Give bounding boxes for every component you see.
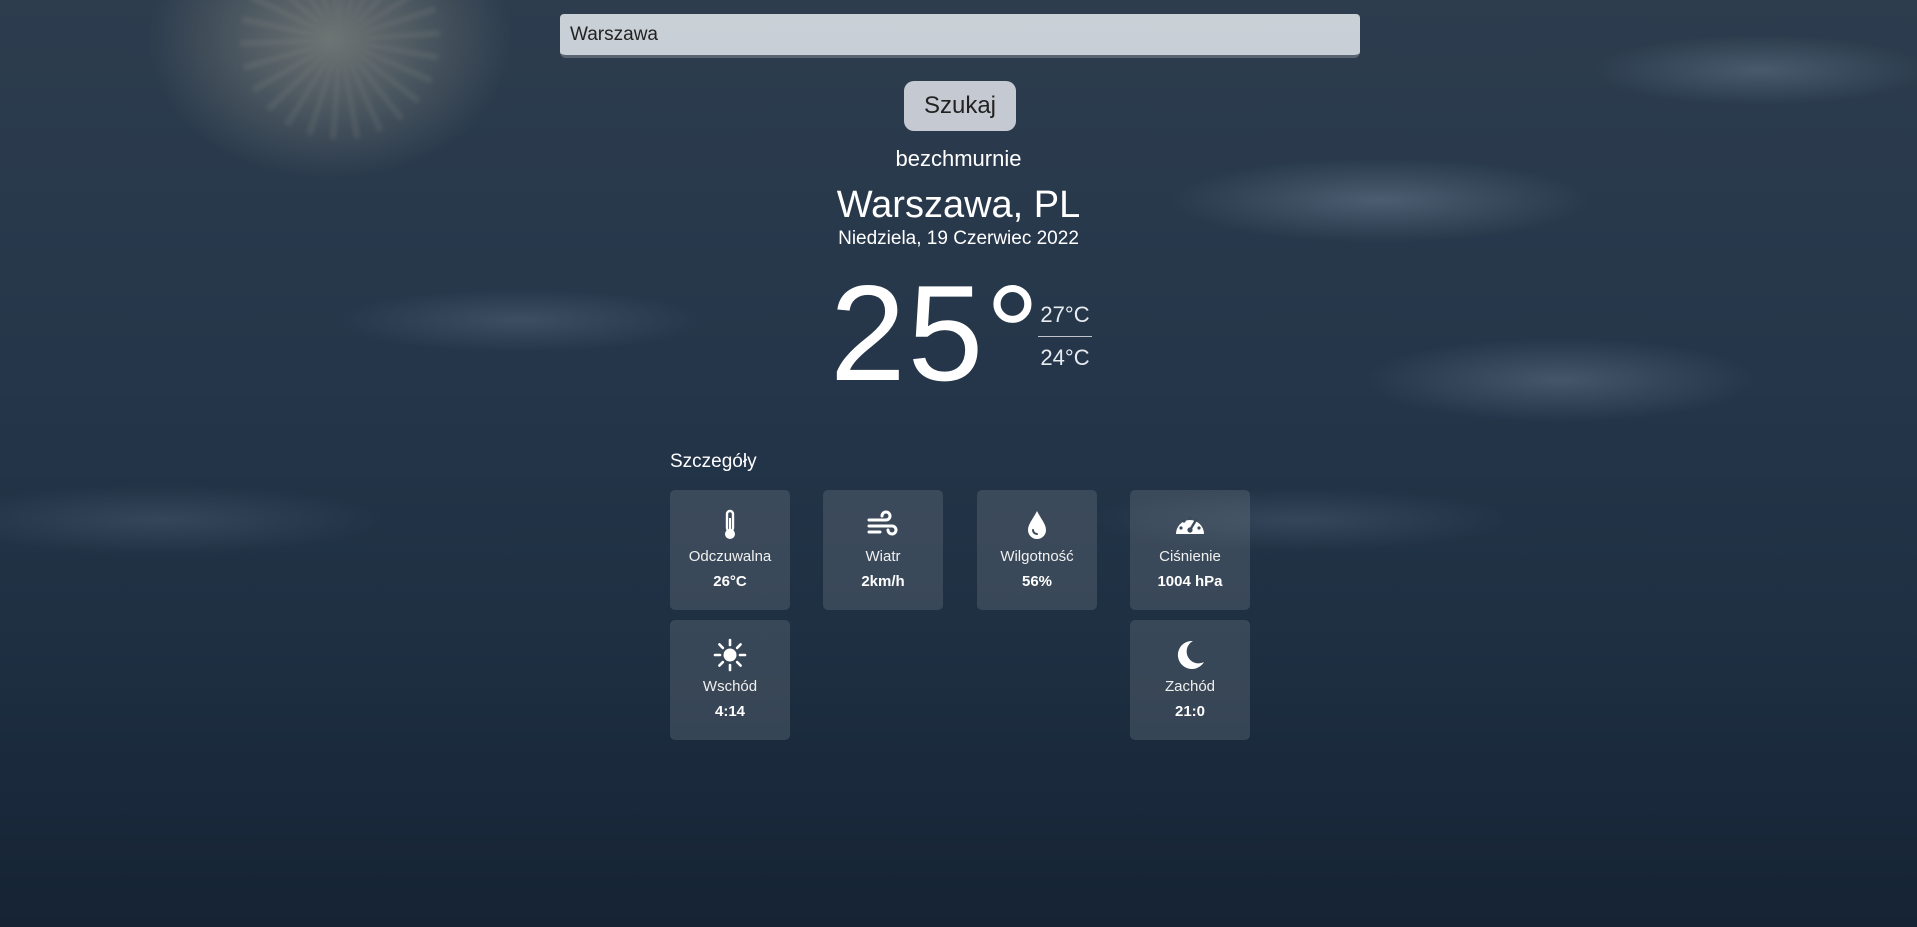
humidity-card: Wilgotność 56%	[977, 490, 1097, 610]
moon-icon	[1177, 640, 1204, 669]
details-heading: Szczegóły	[670, 451, 757, 472]
current-date: Niedziela, 19 Czerwiec 2022	[838, 228, 1079, 249]
gauge-icon	[1176, 516, 1204, 534]
current-temperature: 25°	[830, 257, 1042, 409]
temp-max: 27°C	[1038, 302, 1092, 337]
wind-icon	[867, 510, 898, 536]
city-search-input[interactable]	[560, 14, 1360, 58]
sun-rays-background	[240, 0, 440, 140]
wind-card: Wiatr 2km/h	[823, 490, 943, 610]
feels-like-value: 26°C	[713, 573, 747, 590]
sunset-card: Zachód 21:0	[1130, 620, 1250, 740]
sunrise-label: Wschód	[702, 678, 758, 695]
pressure-label: Ciśnienie	[1159, 548, 1221, 565]
sunset-label: Zachód	[1164, 678, 1216, 695]
temp-min: 24°C	[1040, 345, 1090, 370]
city-name: Warszawa, PL	[836, 184, 1081, 226]
humidity-value: 56%	[1021, 573, 1053, 590]
weather-condition: bezchmurnie	[895, 146, 1022, 171]
sun-icon	[713, 638, 747, 672]
search-button[interactable]: Szukaj	[904, 81, 1016, 131]
feels-like-label: Odczuwalna	[688, 548, 772, 565]
temp-range: 27°C 24°C	[1038, 302, 1092, 371]
feels-like-card: Odczuwalna 26°C	[670, 490, 790, 610]
humidity-label: Wilgotność	[1000, 548, 1074, 565]
droplet-icon	[1028, 511, 1046, 539]
thermometer-icon	[725, 509, 735, 539]
sunrise-card: Wschód 4:14	[670, 620, 790, 740]
pressure-card: Ciśnienie 1004 hPa	[1130, 490, 1250, 610]
search-bar	[560, 14, 1360, 58]
wind-value: 2km/h	[861, 573, 905, 590]
sunset-value: 21:0	[1174, 703, 1206, 720]
pressure-value: 1004 hPa	[1157, 573, 1223, 590]
sunrise-value: 4:14	[714, 703, 746, 720]
wind-label: Wiatr	[865, 548, 901, 565]
